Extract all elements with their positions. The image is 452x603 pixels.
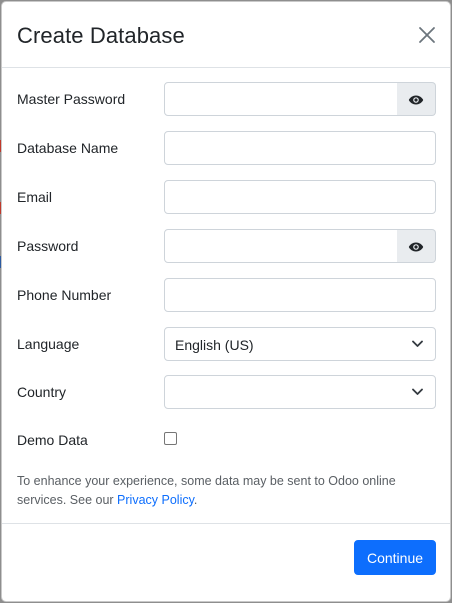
database-name-label: Database Name (17, 140, 119, 156)
phone-number-row: Phone Number (2, 278, 450, 312)
chevron-down-icon (412, 388, 423, 395)
email-label: Email (17, 189, 53, 205)
phone-number-input[interactable] (164, 278, 436, 312)
email-input[interactable] (164, 180, 436, 214)
database-name-row: Database Name (2, 131, 450, 165)
email-row: Email (2, 180, 450, 214)
dialog-body: Master Password Database Name Email Pass… (2, 68, 450, 523)
country-row: Country (2, 375, 450, 409)
country-label: Country (17, 384, 67, 400)
dialog-footer: Continue (2, 523, 450, 601)
language-row: Language English (US) (2, 327, 450, 361)
password-row: Password (2, 229, 450, 263)
language-selected-value: English (US) (175, 337, 254, 353)
country-select[interactable] (164, 375, 436, 409)
password-input[interactable] (164, 229, 398, 263)
language-select[interactable]: English (US) (164, 327, 436, 361)
privacy-notice-text: To enhance your experience, some data ma… (17, 474, 396, 507)
dialog-title: Create Database (17, 23, 185, 48)
privacy-policy-link[interactable]: Privacy Policy (117, 493, 194, 507)
password-toggle-button[interactable] (397, 229, 436, 263)
create-database-dialog: Create Database Master Password Database… (1, 1, 451, 602)
close-icon[interactable] (416, 24, 438, 46)
database-name-input[interactable] (164, 131, 436, 165)
demo-data-label: Demo Data (17, 432, 88, 448)
master-password-toggle-button[interactable] (397, 82, 436, 116)
continue-button[interactable]: Continue (354, 540, 436, 575)
master-password-row: Master Password (2, 82, 450, 116)
master-password-input[interactable] (164, 82, 398, 116)
password-label: Password (17, 238, 79, 254)
eye-icon (408, 95, 424, 105)
privacy-notice: To enhance your experience, some data ma… (17, 472, 437, 510)
dialog-header: Create Database (2, 2, 450, 68)
eye-icon (408, 242, 424, 252)
language-label: Language (17, 336, 80, 352)
master-password-label: Master Password (17, 91, 126, 107)
chevron-down-icon (412, 340, 423, 347)
privacy-notice-suffix: . (193, 493, 198, 507)
demo-data-checkbox[interactable] (164, 432, 177, 445)
phone-number-label: Phone Number (17, 287, 112, 303)
demo-data-row: Demo Data (2, 430, 450, 464)
